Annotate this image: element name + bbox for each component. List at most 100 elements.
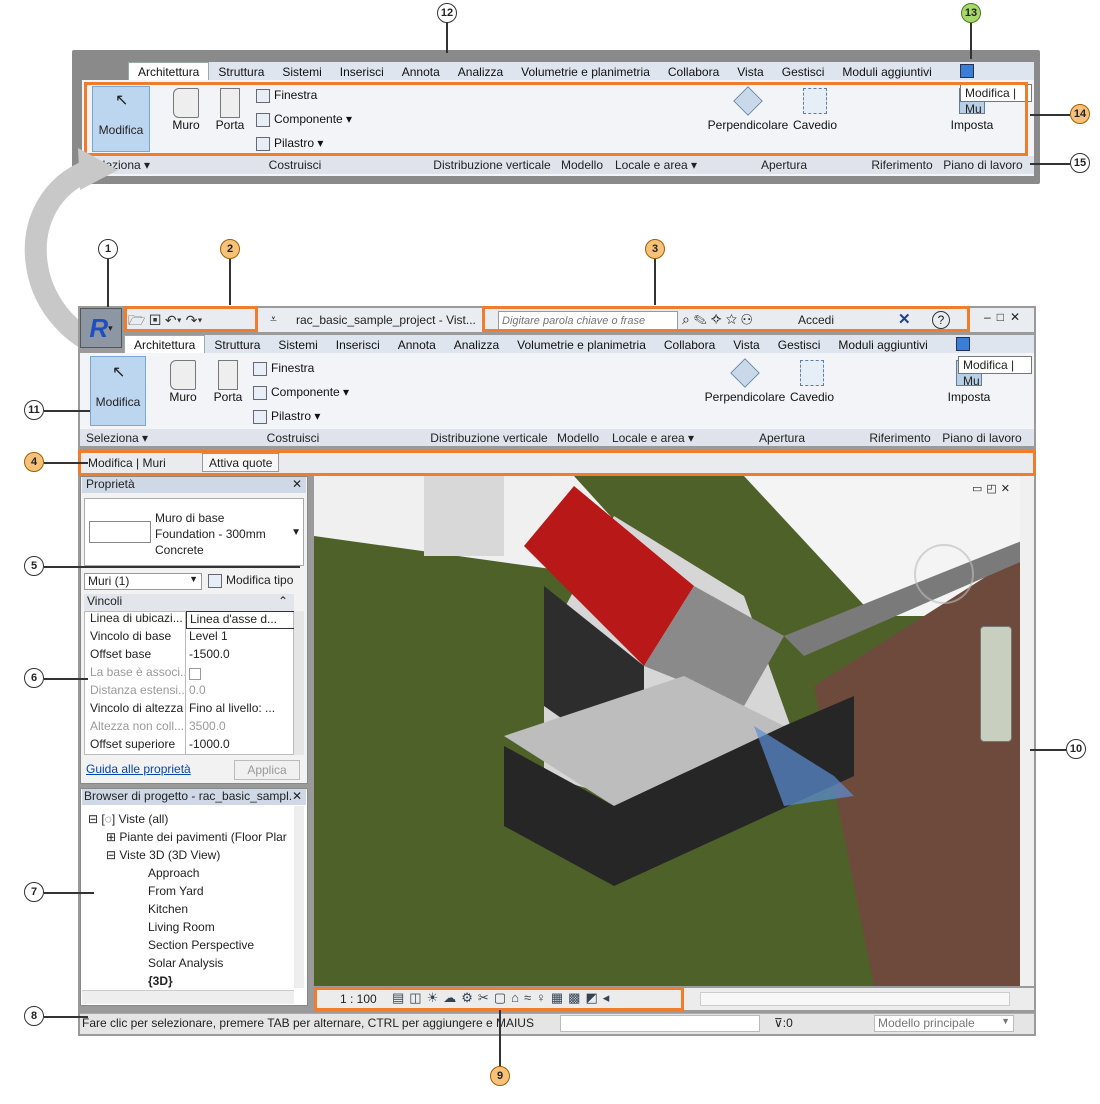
highlight-icon[interactable]: ◩ [585,990,602,1005]
instance-filter[interactable]: Muri (1) ▼ [84,573,202,590]
prop-row[interactable]: Vincolo di altezza Fino al livello: ... [86,701,296,719]
close-icon[interactable]: ✕ [291,789,302,803]
view-hscroll[interactable] [700,992,1010,1006]
tree-item[interactable]: Living Room [148,920,215,934]
lock-view-icon[interactable]: ⌂ [511,990,524,1005]
props-group-header[interactable]: Vincoli ⌃ [84,594,294,611]
tab-gestisci[interactable]: Gestisci [773,63,834,81]
app-menu-button[interactable]: R ▾ [80,308,122,348]
porta-button[interactable]: Porta [212,88,248,132]
worksharing-icon[interactable]: ▦ [551,990,568,1005]
tab-inserisci[interactable]: Inserisci [331,63,393,81]
satellite-icon[interactable]: ✧ [711,311,726,327]
tab-vista[interactable]: Vista [728,63,772,81]
tree-item[interactable]: Approach [148,866,199,880]
cavedio-button[interactable]: Cavedio [789,360,835,404]
tab-struttura[interactable]: Struttura [209,63,273,81]
tab-sistemi[interactable]: Sistemi [269,336,326,354]
open-icon[interactable]: 🗁 [128,312,145,328]
cavedio-button[interactable]: Cavedio [792,88,838,132]
tree-item[interactable]: Solar Analysis [148,956,223,970]
tree-item[interactable]: From Yard [148,884,204,898]
help-icon[interactable]: ? [932,311,950,329]
tab-annota[interactable]: Annota [393,63,449,81]
tree-item[interactable]: ⊟ Viste 3D (3D View) [106,848,220,862]
perpendicolare-button[interactable]: Perpendicolare [706,86,790,132]
user-icon[interactable]: ⚇ [741,311,756,327]
porta-button[interactable]: Porta [210,360,246,404]
view-window-controls[interactable]: ▭◰✕ [972,482,1014,495]
signin-button[interactable]: Accedi [798,313,834,327]
visual-style-icon[interactable]: ◫ [409,990,426,1005]
drawing-area[interactable]: ▭◰✕ [314,476,1034,986]
star-icon[interactable]: ☆ [726,311,741,327]
minimize-icon[interactable]: – [984,310,997,324]
exchange-icon[interactable]: ✕ [898,310,911,328]
properties-help-link[interactable]: Guida alle proprietà [86,762,191,776]
componente-button[interactable]: Componente ▾ [256,112,352,127]
navigation-bar[interactable] [980,626,1012,742]
detail-level-icon[interactable]: ▤ [392,990,409,1005]
tab-moduli[interactable]: Moduli aggiuntivi [833,63,940,81]
perpendicolare-button[interactable]: Perpendicolare [703,358,787,404]
attiva-quote-button[interactable]: Attiva quote [202,453,280,472]
tab-volumetrie[interactable]: Volumetrie e planimetria [508,336,655,354]
binoculars-icon[interactable]: ⌕ [682,311,694,327]
muro-button[interactable]: Muro [165,360,201,404]
show-crop-icon[interactable]: ▢ [494,990,511,1005]
viewcube-icon[interactable] [914,544,974,604]
worksets-field[interactable] [560,1015,760,1032]
analysis-icon[interactable]: ▩ [568,990,585,1005]
tab-inserisci[interactable]: Inserisci [327,336,389,354]
tab-analizza[interactable]: Analizza [445,336,508,354]
minimize-ribbon-icon[interactable] [960,64,974,78]
tab-moduli[interactable]: Moduli aggiuntivi [829,336,936,354]
filter-count[interactable]: ⊽:0 [774,1016,793,1030]
browser-hscroll[interactable] [82,990,294,1004]
view-vscroll[interactable] [1020,476,1034,986]
save-icon[interactable]: ▣ [149,312,161,328]
pilastro-button[interactable]: Pilastro ▾ [253,409,320,424]
view-scale[interactable]: 1 : 100 [340,992,377,1006]
prop-row[interactable]: Linea di ubicazi... Linea d'asse d... [86,611,296,629]
type-selector[interactable]: Muro di base Foundation - 300mm Concrete… [84,498,304,566]
tab-collabora[interactable]: Collabora [655,336,724,354]
minimize-ribbon-icon[interactable] [956,337,970,351]
tab-collabora[interactable]: Collabora [659,63,728,81]
sun-path-icon[interactable]: ☀ [427,990,444,1005]
pilastro-button[interactable]: Pilastro ▾ [256,136,323,151]
shadows-icon[interactable]: ☁ [443,990,461,1005]
search-input[interactable] [498,311,678,330]
tools-icon[interactable]: ✎ [694,311,711,327]
temp-hide-icon[interactable]: ≈ [524,990,536,1005]
finestra-button[interactable]: Finestra [253,361,314,376]
props-scrollbar[interactable] [294,611,304,755]
finestra-button[interactable]: Finestra [256,88,317,103]
chevron-down-icon[interactable]: ▼ [291,527,301,538]
tab-architettura[interactable]: Architettura [124,335,206,354]
collapse-icon[interactable]: ◂ [603,990,615,1005]
edit-type-button[interactable]: Modifica tipo [208,573,293,588]
tree-item[interactable]: Kitchen [148,902,188,916]
close-icon[interactable]: ✕ [292,477,302,491]
maximize-icon[interactable]: □ [997,310,1010,324]
crop-icon[interactable]: ✂ [478,990,494,1005]
panel-locale[interactable]: Locale e area ▾ [606,430,700,446]
redo-icon[interactable]: ↷▾ [186,312,203,328]
tab-sistemi[interactable]: Sistemi [273,63,330,81]
muro-button[interactable]: Muro [168,88,204,132]
tab-vista[interactable]: Vista [724,336,768,354]
tree-item[interactable]: Section Perspective [148,938,254,952]
tab-volumetrie[interactable]: Volumetrie e planimetria [512,63,659,81]
tree-item[interactable]: ⊟ [◌] Viste (all) [88,812,168,826]
tab-analizza[interactable]: Analizza [449,63,512,81]
tree-item-current[interactable]: {3D} [148,974,173,988]
model-selector[interactable]: Modello principale ▼ [874,1015,1014,1032]
tab-annota[interactable]: Annota [389,336,445,354]
prop-row[interactable]: Vincolo di base Level 1 [86,629,296,647]
apply-button[interactable]: Applica [234,760,300,780]
close-icon[interactable]: ✕ [1010,310,1026,324]
componente-button[interactable]: Componente ▾ [253,385,349,400]
panel-locale[interactable]: Locale e area ▾ [610,157,702,173]
checkbox[interactable] [189,668,201,680]
